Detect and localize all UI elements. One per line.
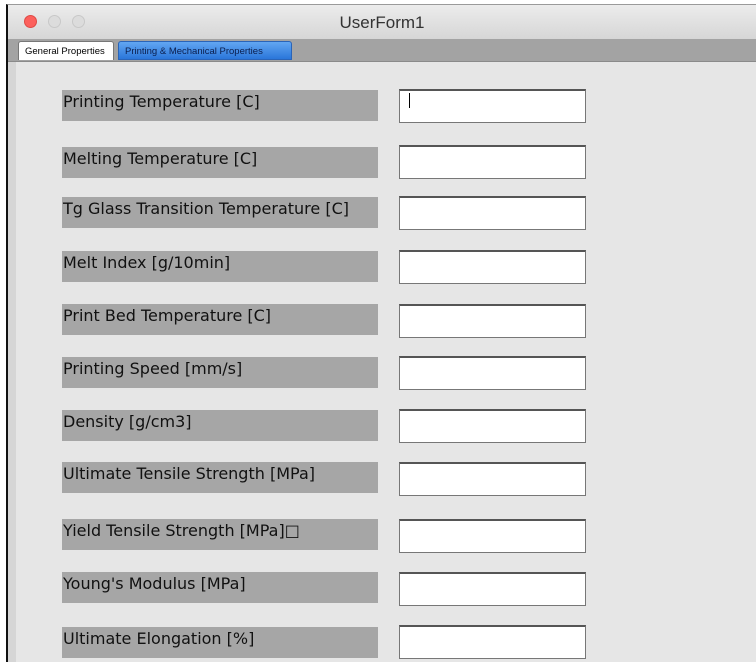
userform-window: UserForm1 General Properties Printing & … [6,4,756,662]
print-bed-temperature-label: Print Bed Temperature [C] [62,304,378,335]
ultimate-elongation-label: Ultimate Elongation [%] [62,627,378,658]
melting-temperature-label: Melting Temperature [C] [62,147,378,178]
melt-index-input[interactable] [399,250,586,284]
melt-index-label: Melt Index [g/10min] [62,251,378,282]
glass-transition-temperature-label: Tg Glass Transition Temperature [C] [62,197,378,228]
title-bar: UserForm1 [8,5,756,40]
printing-temperature-label: Printing Temperature [C] [62,90,378,121]
ultimate-tensile-strength-label: Ultimate Tensile Strength [MPa] [62,462,378,493]
ultimate-tensile-strength-input[interactable] [399,462,586,496]
window-title: UserForm1 [339,13,425,32]
tab-general-properties[interactable]: General Properties [18,41,114,60]
form-content: Printing Temperature [C] Melting Tempera… [8,62,756,662]
glass-transition-temperature-input[interactable] [399,196,586,230]
yield-tensile-strength-label: Yield Tensile Strength [MPa]□ [62,519,378,550]
melting-temperature-input[interactable] [399,145,586,179]
printing-speed-label: Printing Speed [mm/s] [62,357,378,388]
ultimate-elongation-input[interactable] [399,625,586,659]
printing-speed-input[interactable] [399,356,586,390]
tab-strip: General Properties Printing & Mechanical… [8,39,756,62]
print-bed-temperature-input[interactable] [399,304,586,338]
text-caret [409,93,410,108]
youngs-modulus-input[interactable] [399,572,586,606]
yield-tensile-strength-input[interactable] [399,519,586,553]
youngs-modulus-label: Young's Modulus [MPa] [62,572,378,603]
density-input[interactable] [399,409,586,443]
density-label: Density [g/cm3] [62,410,378,441]
tab-printing-mechanical-properties[interactable]: Printing & Mechanical Properties [118,41,292,60]
printing-temperature-input[interactable] [399,89,586,123]
